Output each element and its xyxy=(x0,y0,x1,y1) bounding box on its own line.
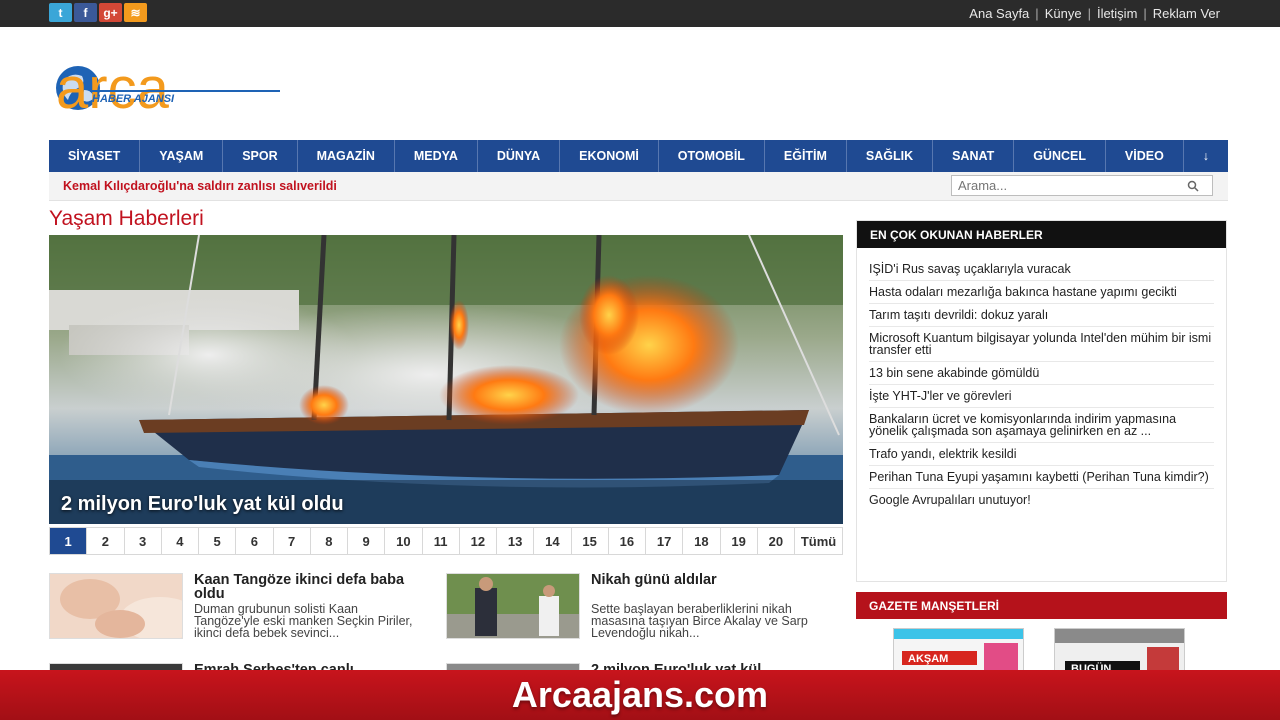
page-button[interactable]: 5 xyxy=(199,528,237,554)
page-button[interactable]: 14 xyxy=(534,528,572,554)
most-read-item[interactable]: Bankaların ücret ve komisyonlarında indi… xyxy=(869,408,1214,443)
page-button[interactable]: 6 xyxy=(236,528,274,554)
news-thumbnail[interactable] xyxy=(446,573,580,639)
link-home[interactable]: Ana Sayfa xyxy=(969,6,1029,21)
page-button[interactable]: 15 xyxy=(572,528,609,554)
news-card[interactable]: Kaan Tangöze ikinci defa baba oldu Duman… xyxy=(49,573,429,643)
nav-medya[interactable]: MEDYA xyxy=(395,140,478,172)
most-read-title: EN ÇOK OKUNAN HABERLER xyxy=(857,221,1226,248)
page-button[interactable]: 3 xyxy=(125,528,162,554)
rss-icon[interactable]: ≋ xyxy=(124,3,147,22)
nav-yasam[interactable]: YAŞAM xyxy=(140,140,224,172)
nav-egitim[interactable]: EĞİTİM xyxy=(765,140,847,172)
logo-word: arca xyxy=(56,60,170,116)
page-button[interactable]: 20 xyxy=(758,528,795,554)
nav-magazin[interactable]: MAGAZİN xyxy=(298,140,395,172)
hero-caption[interactable]: 2 milyon Euro'luk yat kül oldu xyxy=(61,493,344,516)
news-title[interactable]: Kaan Tangöze ikinci defa baba oldu xyxy=(194,573,419,602)
twitter-icon[interactable]: t xyxy=(49,3,72,22)
most-read-item[interactable]: Perihan Tuna Eyupi yaşamını kaybetti (Pe… xyxy=(869,466,1214,489)
nav-ekonomi[interactable]: EKONOMİ xyxy=(560,140,659,172)
separator: | xyxy=(1035,6,1039,21)
page-button[interactable]: 13 xyxy=(497,528,535,554)
most-read-box: EN ÇOK OKUNAN HABERLER IŞİD'i Rus savaş … xyxy=(856,220,1227,582)
page-button[interactable]: 8 xyxy=(311,528,348,554)
page-button[interactable]: 17 xyxy=(646,528,684,554)
logo-subtitle: HABER AJANSI xyxy=(92,93,175,105)
most-read-item[interactable]: Tarım taşıtı devrildi: dokuz yaralı xyxy=(869,304,1214,327)
most-read-item[interactable]: IŞİD'i Rus savaş uçaklarıyla vuracak xyxy=(869,258,1214,281)
google-plus-icon[interactable]: g+ xyxy=(99,3,122,22)
page-button[interactable]: 2 xyxy=(87,528,125,554)
paper-name: AKŞAM xyxy=(908,653,948,665)
most-read-item[interactable]: 13 bin sene akabinde gömüldü xyxy=(869,362,1214,385)
page-button[interactable]: 16 xyxy=(609,528,646,554)
nav-video[interactable]: VİDEO xyxy=(1106,140,1184,172)
link-kunye[interactable]: Künye xyxy=(1045,6,1082,21)
page-button[interactable]: 4 xyxy=(162,528,199,554)
breaking-news-ticker[interactable]: Kemal Kılıçdaroğlu'na saldırı zanlısı sa… xyxy=(63,179,337,193)
nav-more-arrow-icon[interactable]: ↓ xyxy=(1184,140,1228,172)
social-links: t f g+ ≋ xyxy=(49,3,147,22)
news-thumbnail[interactable] xyxy=(49,573,183,639)
baby-photo xyxy=(50,574,182,638)
most-read-item[interactable]: Microsoft Kuantum bilgisayar yolunda Int… xyxy=(869,327,1214,362)
bottom-banner: Arcaajans.com xyxy=(0,670,1280,720)
news-summary: Duman grubunun solisti Kaan Tangöze'yle … xyxy=(194,602,413,640)
site-logo[interactable]: arca HABER AJANSI xyxy=(50,56,282,121)
burning-yacht-image xyxy=(49,235,843,524)
separator: | xyxy=(1087,6,1091,21)
page-button[interactable]: 18 xyxy=(683,528,721,554)
link-advertise[interactable]: Reklam Ver xyxy=(1153,6,1220,21)
nav-guncel[interactable]: GÜNCEL xyxy=(1014,140,1106,172)
top-bar: t f g+ ≋ Ana Sayfa | Künye | İletişim | … xyxy=(0,0,1280,27)
banner-text: Arcaajans.com xyxy=(511,674,769,715)
search-input[interactable] xyxy=(951,175,1213,196)
news-summary: Sette başlayan beraberliklerini nikah ma… xyxy=(591,602,808,640)
most-read-item[interactable]: Google Avrupalıları unutuyor! xyxy=(869,489,1214,511)
link-contact[interactable]: İletişim xyxy=(1097,6,1137,21)
main-nav: SİYASET YAŞAM SPOR MAGAZİN MEDYA DÜNYA E… xyxy=(49,140,1228,172)
newspaper-headlines-box: GAZETE MANŞETLERİ AKŞAM BUGÜN xyxy=(856,592,1227,678)
nav-saglik[interactable]: SAĞLIK xyxy=(847,140,934,172)
ticker-row: Kemal Kılıçdaroğlu'na saldırı zanlısı sa… xyxy=(49,172,1228,201)
news-title[interactable]: Nikah günü aldılar xyxy=(591,573,816,588)
separator: | xyxy=(1143,6,1147,21)
page-button[interactable]: 11 xyxy=(423,528,460,554)
most-read-item[interactable]: Trafo yandı, elektrik kesildi xyxy=(869,443,1214,466)
page-button[interactable]: 1 xyxy=(50,528,88,554)
hero-slider[interactable]: 2 milyon Euro'luk yat kül oldu xyxy=(49,235,843,524)
top-links: Ana Sayfa | Künye | İletişim | Reklam Ve… xyxy=(969,6,1220,21)
most-read-item[interactable]: İşte YHT-J'ler ve görevleri xyxy=(869,385,1214,408)
page-button[interactable]: 10 xyxy=(385,528,423,554)
nav-siyaset[interactable]: SİYASET xyxy=(49,140,141,172)
page-button[interactable]: 9 xyxy=(348,528,386,554)
page-button[interactable]: 19 xyxy=(721,528,758,554)
slider-pagination: 1 2 3 4 5 6 7 8 9 10 11 12 13 14 15 16 1… xyxy=(49,527,843,555)
nav-spor[interactable]: SPOR xyxy=(223,140,298,172)
facebook-icon[interactable]: f xyxy=(74,3,97,22)
most-read-item[interactable]: Hasta odaları mezarlığa bakınca hastane … xyxy=(869,281,1214,304)
nav-otomobil[interactable]: OTOMOBİL xyxy=(659,140,765,172)
most-read-list: IŞİD'i Rus savaş uçaklarıyla vuracak Has… xyxy=(857,248,1226,511)
nav-dunya[interactable]: DÜNYA xyxy=(478,140,561,172)
news-card[interactable]: Nikah günü aldılar Sette başlayan berabe… xyxy=(446,573,826,643)
page-button-all[interactable]: Tümü xyxy=(795,528,842,554)
arca-logo-graphic: arca HABER AJANSI xyxy=(56,56,280,121)
couple-photo xyxy=(447,574,579,638)
page-title: Yaşam Haberleri xyxy=(49,207,204,230)
page-button[interactable]: 12 xyxy=(460,528,497,554)
headlines-title: GAZETE MANŞETLERİ xyxy=(856,592,1227,619)
search-icon[interactable] xyxy=(1187,180,1199,192)
nav-sanat[interactable]: SANAT xyxy=(933,140,1015,172)
page-button[interactable]: 7 xyxy=(274,528,311,554)
